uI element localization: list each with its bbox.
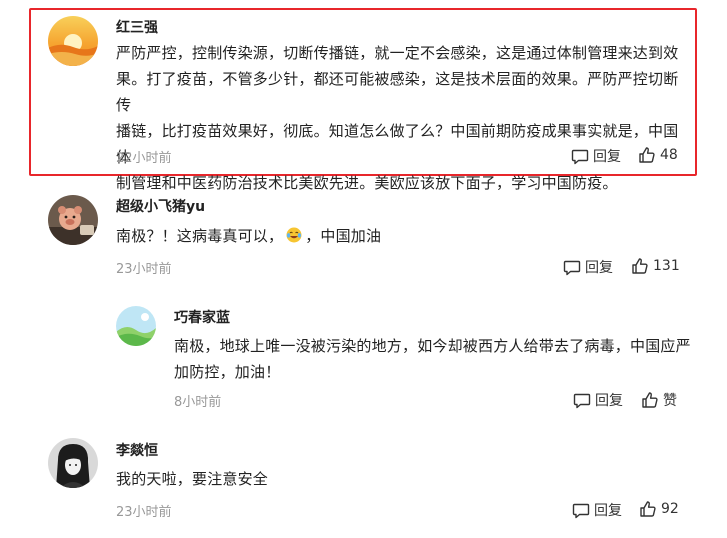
- comment-bubble-icon: [571, 149, 589, 165]
- like-button[interactable]: 92: [639, 500, 679, 518]
- reply-label: 回复: [593, 149, 621, 165]
- comment-text-part: ，中国加油: [305, 227, 382, 245]
- comment-text-part: 南极？！这病毒真可以，: [116, 227, 284, 245]
- username[interactable]: 红三强: [116, 17, 158, 37]
- avatar-landscape-image: [116, 306, 156, 346]
- thumbs-up-icon: [632, 258, 648, 274]
- avatar[interactable]: [48, 438, 98, 488]
- avatar-pig-doll-image: [48, 195, 98, 245]
- avatar[interactable]: [48, 195, 98, 245]
- laughing-crying-emoji: [286, 227, 302, 243]
- like-count: 48: [660, 147, 678, 163]
- thumbs-up-icon: [640, 501, 656, 517]
- username[interactable]: 李燚恒: [116, 440, 158, 460]
- reply-label: 回复: [594, 503, 622, 519]
- thumbs-up-icon: [639, 147, 655, 163]
- comment-time: 23小时前: [116, 505, 172, 520]
- reply-button[interactable]: 回复: [572, 500, 622, 520]
- like-count: 131: [653, 258, 680, 274]
- like-count: 92: [661, 501, 679, 517]
- comment-text-line: 加防控，加油！: [174, 363, 281, 381]
- comment-bubble-icon: [573, 393, 591, 409]
- avatar[interactable]: [116, 306, 156, 346]
- comment-text-line: 南极，地球上唯一没被污染的地方，如今却被西方人给带去了病毒，中国应严: [174, 337, 691, 355]
- avatar-portrait-image: [48, 438, 98, 488]
- reply-button[interactable]: 回复: [571, 146, 621, 166]
- thumbs-up-icon: [642, 392, 658, 408]
- like-button[interactable]: 48: [638, 146, 678, 164]
- comment-text-line: 严防严控，控制传染源，切断传播链，就一定不会感染，这是通过体制管理来达到效: [116, 44, 679, 62]
- reply-label: 回复: [595, 393, 623, 409]
- avatar-sunset-image: [48, 16, 98, 66]
- reply-button[interactable]: 回复: [573, 390, 623, 410]
- username[interactable]: 超级小飞猪yu: [116, 196, 205, 216]
- comment-text: 南极？！这病毒真可以， ，中国加油: [116, 223, 381, 249]
- reply-button[interactable]: 回复: [563, 257, 613, 277]
- comment-text-line: 制管理和中医药防治技术比美欧先进。美欧应该放下面子，学习中国防疫。: [116, 174, 618, 192]
- like-button[interactable]: 赞: [641, 390, 677, 410]
- comment-text: 南极，地球上唯一没被污染的地方，如今却被西方人给带去了病毒，中国应严 加防控，加…: [174, 333, 694, 385]
- reply-label: 回复: [585, 260, 613, 276]
- comment-text: 严防严控，控制传染源，切断传播链，就一定不会感染，这是通过体制管理来达到效 果。…: [116, 40, 686, 196]
- comment-time: 8小时前: [174, 395, 222, 410]
- avatar[interactable]: [48, 16, 98, 66]
- comment-bubble-icon: [572, 503, 590, 519]
- comment-text-line: 果。打了疫苗，不管多少针，都还可能被感染，这是技术层面的效果。严防严控切断传: [116, 70, 679, 114]
- comment-bubble-icon: [563, 260, 581, 276]
- username[interactable]: 巧春家蓝: [174, 307, 230, 327]
- like-count: 赞: [663, 393, 677, 409]
- like-button[interactable]: 131: [631, 257, 680, 275]
- comment-text: 我的天啦，要注意安全: [116, 470, 269, 488]
- comment-time: 23小时前: [116, 262, 172, 277]
- comment-time: 22小时前: [116, 151, 172, 166]
